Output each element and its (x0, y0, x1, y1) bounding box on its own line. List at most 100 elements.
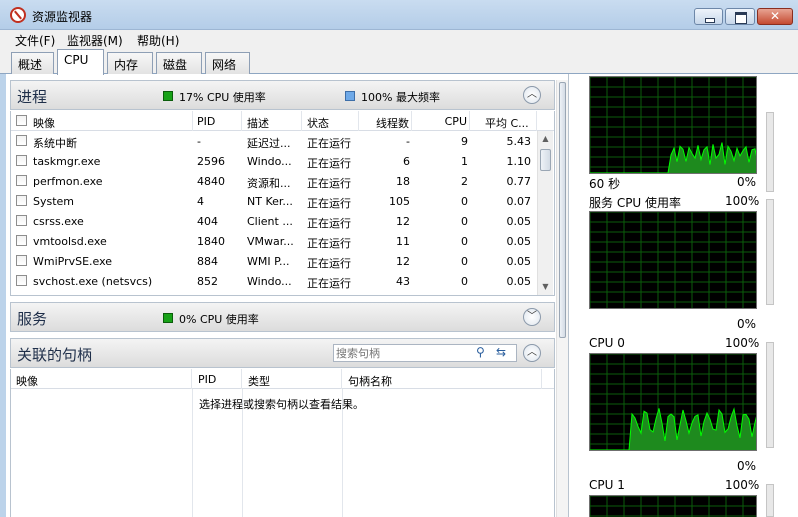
row-checkbox[interactable] (16, 155, 27, 166)
cell-threads: 11 (396, 235, 410, 248)
menu-file[interactable]: 文件(F) (15, 32, 55, 49)
col-status[interactable]: 状态 (307, 111, 359, 131)
processes-table: 映像 PID 描述 状态 线程数 CPU 平均 C... 系统中断 - 延迟过...… (10, 111, 555, 296)
row-checkbox[interactable] (16, 255, 27, 266)
table-row[interactable]: taskmgr.exe 2596 Windo... 正在运行 6 1 1.10 (11, 151, 537, 171)
table-row[interactable]: svchost.exe (netsvcs) 852 Windo... 正在运行 43 0 0… (11, 271, 537, 291)
cpu0-graph-title: CPU 0 (589, 336, 625, 350)
row-checkbox[interactable] (16, 215, 27, 226)
tab-disk[interactable]: 磁盘 (156, 52, 202, 74)
maximize-button[interactable] (725, 8, 755, 25)
cell-avg: 0.77 (506, 175, 532, 188)
row-checkbox[interactable] (16, 195, 27, 206)
total-cpu-graph (589, 76, 757, 174)
col-image[interactable]: 映像 (33, 111, 193, 131)
col-average-cpu[interactable]: 平均 C... (481, 111, 537, 131)
processes-scrollbar[interactable]: ▲ ▼ (537, 131, 553, 295)
cell-avg: 5.43 (506, 135, 532, 148)
tab-network[interactable]: 网络 (205, 52, 250, 74)
cell-cpu: 1 (461, 155, 468, 168)
graph-scrollbar[interactable] (766, 112, 774, 192)
col-cpu[interactable]: CPU (415, 111, 470, 131)
window-title: 资源监视器 (32, 10, 93, 24)
cell-status: 正在运行 (307, 257, 351, 270)
search-icon[interactable]: ⚲ (476, 345, 485, 359)
cell-status: 正在运行 (307, 157, 351, 170)
minimize-button[interactable] (694, 8, 723, 25)
cell-threads: 105 (389, 195, 410, 208)
row-checkbox[interactable] (16, 275, 27, 286)
handles-column-header: 映像 PID 类型 句柄名称 (11, 369, 554, 389)
left-panel-scroll-thumb[interactable] (559, 82, 566, 338)
cell-status: 正在运行 (307, 237, 351, 250)
cell-pid: 2596 (197, 155, 225, 168)
handles-col-image[interactable]: 映像 (11, 369, 192, 389)
table-row[interactable]: perfmon.exe 4840 资源和... 正在运行 18 2 0.77 (11, 171, 537, 191)
cell-pid: 404 (197, 215, 218, 228)
cell-image: svchost.exe (netsvcs) (33, 275, 153, 288)
services-header[interactable]: 服务 0% CPU 使用率 ﹀ (10, 302, 555, 332)
left-panel-scrollbar[interactable] (556, 80, 568, 517)
cell-threads: 6 (403, 155, 410, 168)
processes-cpu-usage: 17% CPU 使用率 (179, 91, 266, 104)
scroll-thumb[interactable] (540, 149, 551, 171)
cell-pid: 4 (197, 195, 204, 208)
table-row[interactable]: System 4 NT Ker... 正在运行 105 0 0.07 (11, 191, 537, 211)
cell-status: 正在运行 (307, 277, 351, 290)
col-pid[interactable]: PID (197, 111, 242, 131)
handles-col-type[interactable]: 类型 (242, 369, 342, 389)
tab-memory[interactable]: 内存 (107, 52, 153, 74)
row-checkbox[interactable] (16, 175, 27, 186)
table-row[interactable]: vmtoolsd.exe 1840 VMwar... 正在运行 11 0 0.05 (11, 231, 537, 251)
select-all-checkbox[interactable] (16, 115, 27, 126)
cpu1-graph-max: 100% (725, 478, 760, 492)
refresh-icon[interactable]: ⇆ (496, 345, 506, 359)
col-threads[interactable]: 线程数 (360, 111, 412, 131)
col-description[interactable]: 描述 (247, 111, 302, 131)
cell-pid: - (197, 135, 201, 148)
row-checkbox[interactable] (16, 135, 27, 146)
collapse-handles-button[interactable]: ︿ (523, 344, 541, 362)
scroll-down-icon[interactable]: ▼ (538, 279, 553, 295)
table-row[interactable]: 系统中断 - 延迟过... 正在运行 - 9 5.43 (11, 131, 537, 151)
table-row[interactable]: csrss.exe 404 Client ... 正在运行 12 0 0.05 (11, 211, 537, 231)
menu-monitor[interactable]: 监视器(M) (67, 32, 123, 49)
cpu0-graph-max: 100% (725, 336, 760, 350)
collapse-processes-button[interactable]: ︿ (523, 86, 541, 104)
graphs-panel: 60 秒 0% 服务 CPU 使用率 100% 0% CPU 0 100% 0%… (568, 74, 798, 517)
scroll-up-icon[interactable]: ▲ (538, 131, 553, 147)
table-row[interactable]: WmiPrvSE.exe 884 WMI P... 正在运行 12 0 0.05 (11, 251, 537, 271)
tab-cpu[interactable]: CPU (57, 49, 104, 75)
cell-cpu: 0 (461, 255, 468, 268)
cell-threads: 43 (396, 275, 410, 288)
handles-col-pid[interactable]: PID (192, 369, 242, 389)
cell-threads: - (406, 135, 410, 148)
handles-search[interactable]: ⚲ ⇆ (333, 344, 517, 362)
cell-desc: Client ... (247, 215, 293, 228)
handles-header[interactable]: 关联的句柄 ⚲ ⇆ ︿ (10, 338, 555, 368)
handles-table: 映像 PID 类型 句柄名称 选择进程或搜索句柄以查看结果。 (10, 369, 555, 517)
tab-strip: 概述 CPU 内存 磁盘 网络 (0, 48, 798, 75)
handles-col-name[interactable]: 句柄名称 (342, 369, 542, 389)
tab-overview[interactable]: 概述 (11, 52, 54, 74)
cpu0-graph-min: 0% (737, 459, 757, 473)
graph-scrollbar[interactable] (766, 484, 774, 517)
graph-percent-label: 0% (737, 175, 757, 189)
cpu1-graph (589, 495, 757, 517)
cpu0-graph (589, 353, 757, 451)
close-button[interactable] (757, 8, 793, 25)
cell-pid: 884 (197, 255, 218, 268)
menu-help[interactable]: 帮助(H) (137, 32, 179, 49)
service-cpu-graph-max: 100% (725, 194, 760, 208)
cpu-usage-legend-icon (163, 91, 173, 101)
processes-max-frequency: 100% 最大频率 (361, 91, 440, 104)
cell-status: 正在运行 (307, 197, 351, 210)
row-checkbox[interactable] (16, 235, 27, 246)
graph-scrollbar[interactable] (766, 342, 774, 448)
expand-services-button[interactable]: ﹀ (523, 308, 541, 326)
cpu1-graph-title: CPU 1 (589, 478, 625, 492)
processes-header[interactable]: 进程 17% CPU 使用率 100% 最大频率 ︿ (10, 80, 555, 110)
handles-divider (192, 389, 193, 517)
graph-scrollbar[interactable] (766, 199, 774, 305)
handles-search-input[interactable] (334, 345, 470, 361)
